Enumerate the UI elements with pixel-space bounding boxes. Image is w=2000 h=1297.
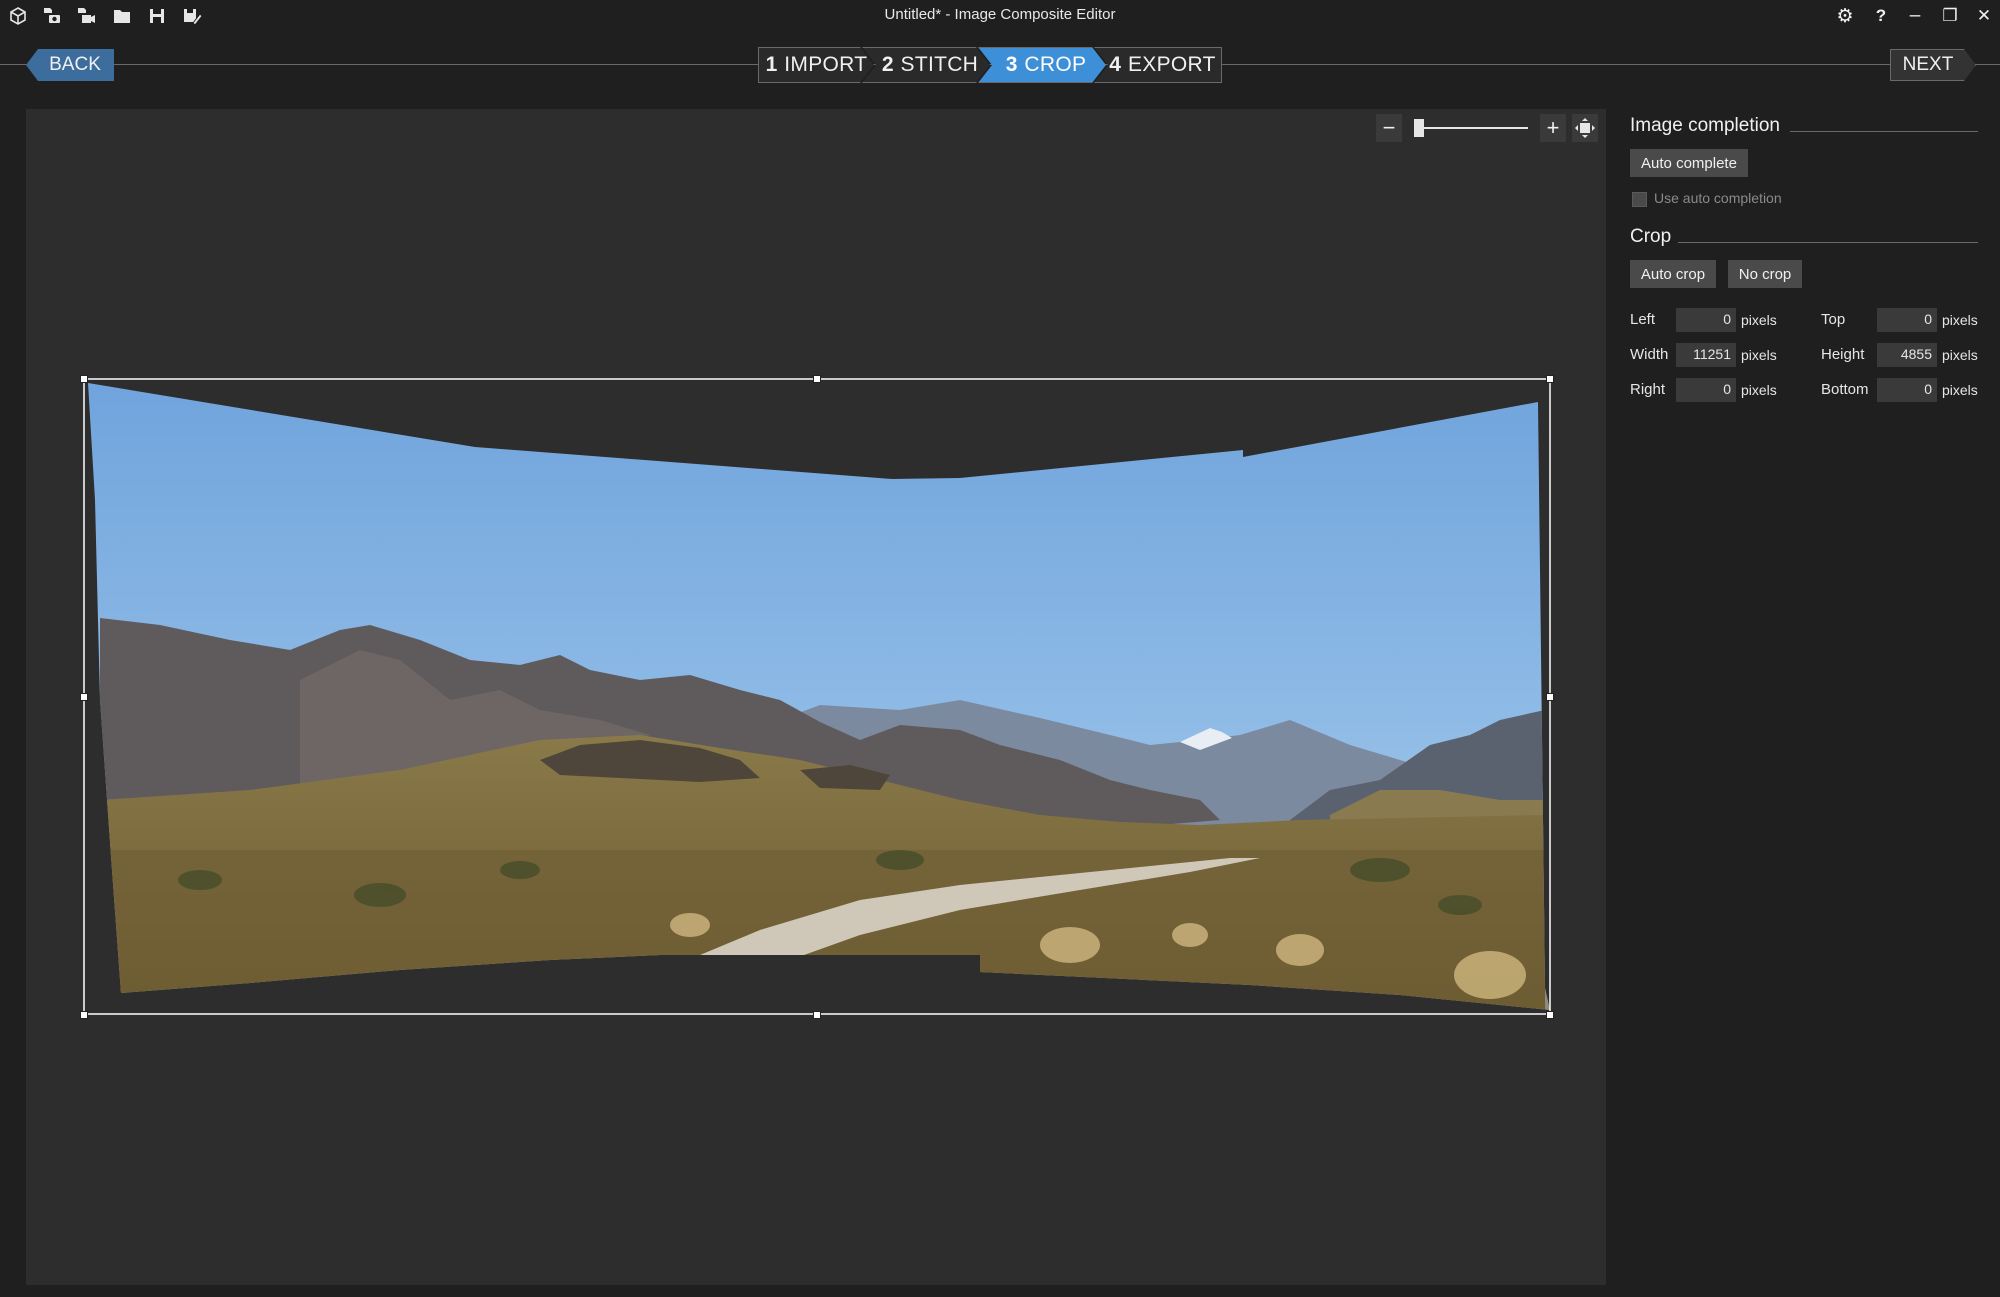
left-unit: pixels [1741, 312, 1777, 328]
image-completion-rule [1790, 131, 1978, 132]
left-label: Left [1630, 311, 1656, 328]
crop-handle-bottom-left[interactable] [80, 1011, 88, 1019]
height-unit: pixels [1942, 347, 1978, 363]
bottom-label: Bottom [1821, 381, 1869, 398]
right-label: Right [1630, 381, 1666, 398]
right-unit: pixels [1741, 382, 1777, 398]
fit-to-window-icon[interactable] [1572, 114, 1598, 142]
width-input[interactable]: 11251 [1676, 343, 1736, 367]
crop-handle-top-right[interactable] [1546, 375, 1554, 383]
auto-complete-button[interactable]: Auto complete [1630, 149, 1748, 177]
zoom-in-button[interactable]: + [1540, 114, 1566, 142]
crop-title: Crop [1630, 226, 1672, 247]
zoom-out-button[interactable]: − [1376, 114, 1402, 142]
crop-handle-bottom-right[interactable] [1546, 1011, 1554, 1019]
top-label: Top [1821, 311, 1846, 328]
auto-crop-button[interactable]: Auto crop [1630, 260, 1716, 288]
crop-handle-bottom[interactable] [813, 1011, 821, 1019]
crop-rule [1678, 242, 1978, 243]
right-input[interactable]: 0 [1676, 378, 1736, 402]
use-auto-completion-label: Use auto completion [1654, 190, 1782, 206]
image-completion-title: Image completion [1630, 115, 1780, 136]
crop-handle-top[interactable] [813, 375, 821, 383]
height-input[interactable]: 4855 [1877, 343, 1937, 367]
bottom-input[interactable]: 0 [1877, 378, 1937, 402]
crop-handle-left[interactable] [80, 693, 88, 701]
left-input[interactable]: 0 [1676, 308, 1736, 332]
use-auto-completion-checkbox[interactable] [1632, 192, 1647, 207]
bottom-unit: pixels [1942, 382, 1978, 398]
height-label: Height [1821, 346, 1865, 363]
top-unit: pixels [1942, 312, 1978, 328]
width-unit: pixels [1741, 347, 1777, 363]
crop-handle-top-left[interactable] [80, 375, 88, 383]
width-label: Width [1630, 346, 1669, 363]
top-input[interactable]: 0 [1877, 308, 1937, 332]
zoom-slider-track[interactable] [1414, 127, 1528, 129]
crop-handle-right[interactable] [1546, 693, 1554, 701]
properties-panel: Image completion Auto complete Use auto … [1610, 109, 1990, 1285]
no-crop-button[interactable]: No crop [1728, 260, 1802, 288]
zoom-slider-thumb[interactable] [1414, 119, 1425, 137]
zoom-control: − + [1376, 114, 1600, 142]
